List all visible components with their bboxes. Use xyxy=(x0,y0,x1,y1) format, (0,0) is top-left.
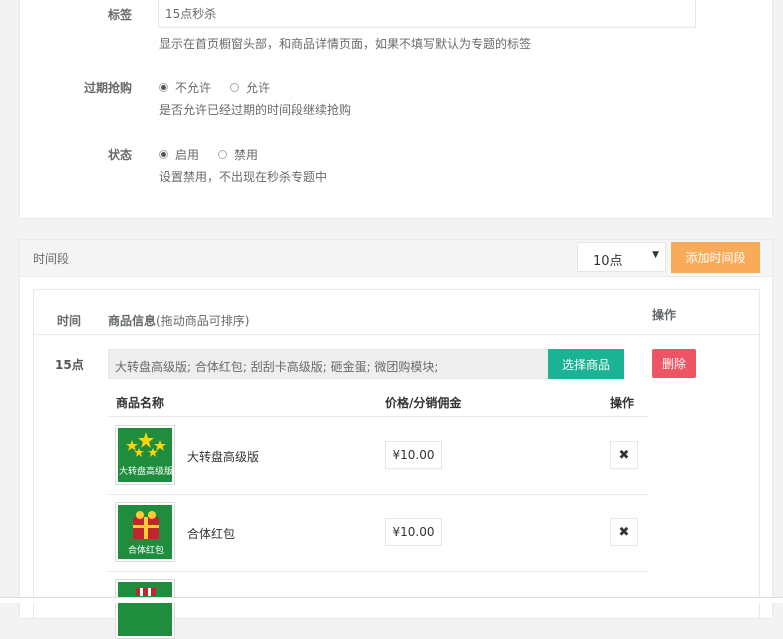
radio-checked-icon xyxy=(159,150,168,159)
divider xyxy=(108,571,648,572)
goods-name-header: 商品名称 xyxy=(116,396,165,410)
red-packet-product-image: 合体红包 xyxy=(118,505,172,559)
delete-time-button[interactable]: 删除 xyxy=(652,349,696,378)
row-time: 15点 xyxy=(55,358,84,372)
divider xyxy=(34,334,759,335)
tag-label: 标签 xyxy=(107,8,132,22)
goods-name: 合体红包 xyxy=(187,527,236,541)
tag-help: 显示在首页橱窗头部，和商品详情页面，如果不填写默认为专题的标签 xyxy=(159,37,532,51)
time-section-title: 时间段 xyxy=(33,252,70,266)
product-image xyxy=(118,582,172,636)
goods-price-field[interactable]: ¥10.00 xyxy=(385,518,442,546)
svg-text:合体红包: 合体红包 xyxy=(128,544,164,556)
divider xyxy=(108,416,648,417)
close-icon: ✖ xyxy=(618,524,630,540)
remove-goods-button[interactable]: ✖ xyxy=(610,441,638,469)
goods-price-field[interactable]: ¥10.00 xyxy=(385,441,442,469)
col-goods-header: 商品信息(拖动商品可排序) xyxy=(108,314,250,328)
bottom-edge xyxy=(0,597,783,603)
status-help: 设置禁用，不出现在秒杀专题中 xyxy=(159,170,328,184)
col-time-header: 时间 xyxy=(57,314,82,328)
dropdown-arrow-icon: ▼ xyxy=(652,250,659,260)
col-action-header: 操作 xyxy=(652,308,677,322)
radio-unchecked-icon xyxy=(218,150,227,159)
selected-goods-input[interactable]: 大转盘高级版; 合体红包; 刮刮卡高级版; 砸金蛋; 微团购模块; xyxy=(108,349,549,379)
remove-goods-button[interactable]: ✖ xyxy=(610,518,638,546)
choose-goods-button[interactable]: 选择商品 xyxy=(548,349,624,379)
goods-thumbnail: 合体红包 xyxy=(115,502,175,562)
status-option-disabled[interactable]: 禁用 xyxy=(218,146,258,163)
goods-action-header: 操作 xyxy=(610,396,635,410)
tag-input[interactable] xyxy=(158,0,696,28)
time-select[interactable]: 10点 ▼ xyxy=(577,242,666,272)
close-icon: ✖ xyxy=(618,447,630,463)
status-option-enabled[interactable]: 启用 xyxy=(159,146,199,163)
expired-option-disallow[interactable]: 不允许 xyxy=(159,79,211,96)
goods-name: 大转盘高级版 xyxy=(187,450,260,464)
expired-label: 过期抢购 xyxy=(83,81,132,95)
settings-panel xyxy=(19,0,773,219)
svg-text:大转盘高级版: 大转盘高级版 xyxy=(119,465,172,477)
expired-help: 是否允许已经过期的时间段继续抢购 xyxy=(159,103,352,117)
status-label: 状态 xyxy=(107,148,132,162)
goods-thumbnail xyxy=(115,579,175,639)
radio-unchecked-icon xyxy=(230,83,239,92)
divider xyxy=(108,494,648,495)
goods-price-header: 价格/分销佣金 xyxy=(385,396,462,410)
wheel-product-image: 大转盘高级版 xyxy=(118,428,172,482)
radio-checked-icon xyxy=(159,83,168,92)
goods-thumbnail: 大转盘高级版 xyxy=(115,425,175,485)
add-time-button[interactable]: 添加时间段 xyxy=(671,242,760,273)
expired-option-allow[interactable]: 允许 xyxy=(230,79,270,96)
